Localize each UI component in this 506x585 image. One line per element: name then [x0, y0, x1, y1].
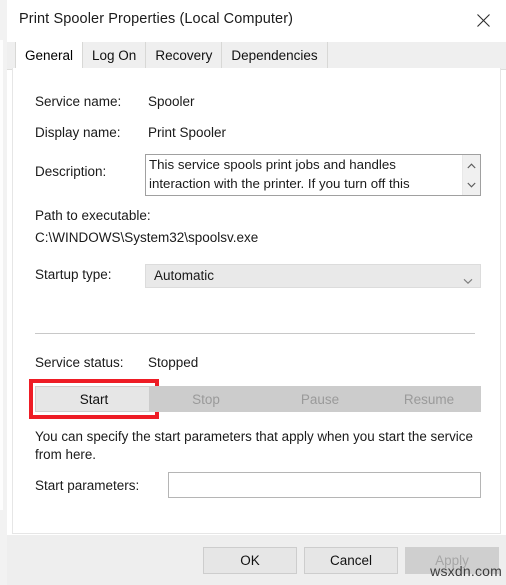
- tab-strip: General Log On Recovery Dependencies: [7, 42, 506, 70]
- display-name-value: Print Spooler: [148, 125, 227, 140]
- tab-log-on[interactable]: Log On: [83, 42, 147, 69]
- start-parameters-label: Start parameters:: [35, 478, 140, 493]
- close-icon[interactable]: [460, 0, 506, 41]
- chevron-down-icon: [463, 272, 473, 290]
- startup-type-label: Startup type:: [35, 267, 112, 282]
- service-status-label: Service status:: [35, 355, 124, 370]
- tab-dependencies[interactable]: Dependencies: [222, 42, 328, 69]
- general-tab-panel: Service name: Spooler Display name: Prin…: [12, 68, 501, 534]
- screenshot-root: Print Spooler Properties (Local Computer…: [0, 0, 506, 585]
- cancel-button[interactable]: Cancel: [304, 547, 398, 574]
- watermark: wsxdn.com: [430, 563, 502, 579]
- scroll-up-icon[interactable]: [463, 157, 480, 175]
- pause-button: Pause: [263, 386, 377, 412]
- background-window-sliver-inner: [0, 40, 3, 510]
- resume-button: Resume: [377, 386, 481, 412]
- stop-button: Stop: [149, 386, 263, 412]
- window-title: Print Spooler Properties (Local Computer…: [19, 11, 294, 27]
- tab-general[interactable]: General: [15, 42, 84, 70]
- display-name-label: Display name:: [35, 125, 121, 140]
- path-to-executable-label: Path to executable:: [35, 208, 151, 223]
- path-to-executable-value: C:\WINDOWS\System32\spoolsv.exe: [35, 230, 259, 245]
- description-text: This service spools print jobs and handl…: [149, 157, 410, 191]
- section-divider: [35, 333, 475, 334]
- ok-button[interactable]: OK: [203, 547, 297, 574]
- dialog-footer: OK Cancel Apply wsxdn.com: [7, 535, 506, 585]
- title-bar: Print Spooler Properties (Local Computer…: [7, 0, 506, 42]
- service-name-value: Spooler: [148, 94, 195, 109]
- tab-recovery[interactable]: Recovery: [146, 42, 223, 69]
- scroll-down-icon[interactable]: [463, 176, 480, 194]
- service-status-value: Stopped: [148, 355, 199, 370]
- startup-type-dropdown[interactable]: Automatic: [145, 264, 481, 288]
- startup-type-selected-value: Automatic: [154, 268, 215, 283]
- start-button[interactable]: Start: [35, 386, 153, 412]
- description-scrollbar[interactable]: [462, 155, 480, 195]
- service-name-label: Service name:: [35, 94, 122, 109]
- description-label: Description:: [35, 164, 107, 179]
- tab-list: General Log On Recovery Dependencies: [15, 42, 328, 70]
- start-parameters-hint: You can specify the start parameters tha…: [35, 429, 473, 462]
- service-properties-dialog: Print Spooler Properties (Local Computer…: [7, 0, 506, 585]
- description-textbox[interactable]: This service spools print jobs and handl…: [145, 154, 481, 196]
- start-parameters-input[interactable]: [168, 472, 481, 498]
